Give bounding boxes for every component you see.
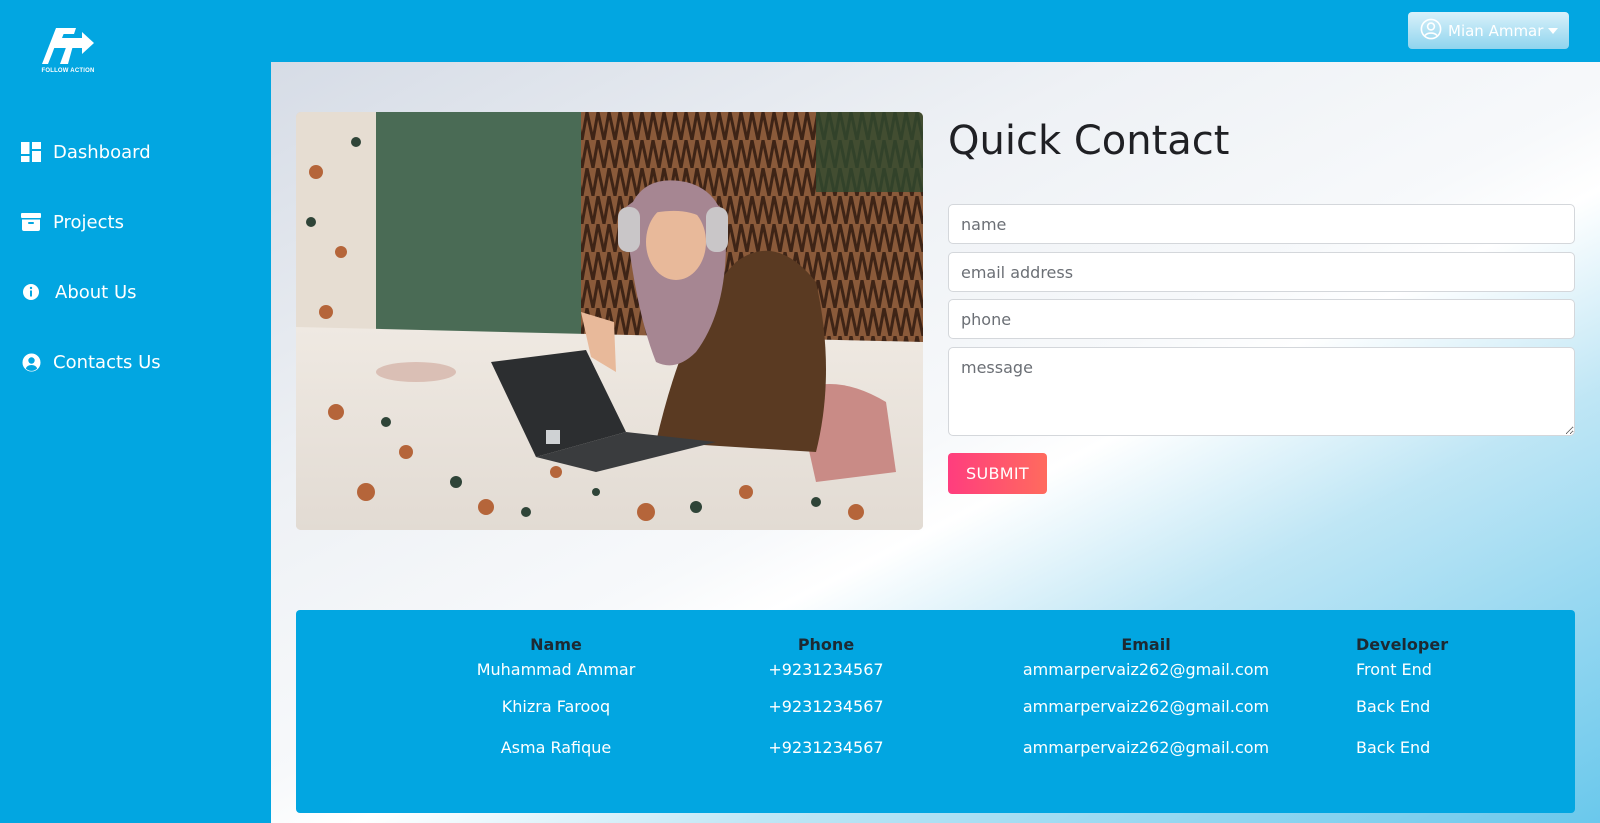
archive-icon bbox=[20, 211, 42, 233]
sidebar-item-projects[interactable]: Projects bbox=[0, 202, 271, 242]
cell-name: Muhammad Ammar bbox=[476, 660, 636, 679]
table-header-row: Name Phone Email Developer bbox=[296, 632, 1575, 656]
sidebar-item-dashboard[interactable]: Dashboard bbox=[0, 132, 271, 172]
cell-phone: +9231234567 bbox=[768, 660, 884, 679]
table-row: Asma Rafique +9231234567 ammarpervaiz262… bbox=[296, 727, 1575, 768]
column-header-name: Name bbox=[530, 634, 582, 654]
brand-logo[interactable]: FOLLOW ACTION bbox=[38, 24, 98, 80]
contact-photo bbox=[296, 112, 923, 530]
column-header-developer: Developer bbox=[1356, 634, 1449, 654]
dashboard-icon bbox=[20, 141, 42, 163]
user-circle-icon bbox=[20, 351, 42, 373]
column-header-phone: Phone bbox=[797, 634, 855, 654]
cell-developer: Back End bbox=[1356, 697, 1431, 716]
cell-phone: +9231234567 bbox=[768, 738, 884, 757]
cell-developer: Front End bbox=[1356, 660, 1432, 679]
logo-mark-icon bbox=[42, 28, 94, 64]
logo-text: FOLLOW ACTION bbox=[41, 68, 95, 74]
cell-email: ammarpervaiz262@gmail.com bbox=[1022, 738, 1270, 757]
sidebar-item-label: About Us bbox=[55, 281, 137, 303]
page-title: Quick Contact bbox=[948, 118, 1230, 164]
cell-name: Asma Rafique bbox=[500, 738, 612, 757]
chevron-down-icon bbox=[1548, 27, 1559, 34]
sidebar-item-label: Dashboard bbox=[53, 141, 151, 163]
name-input[interactable] bbox=[948, 204, 1575, 244]
user-menu-button[interactable]: Mian Ammar bbox=[1408, 12, 1569, 49]
cell-email: ammarpervaiz262@gmail.com bbox=[1022, 660, 1270, 679]
user-name: Mian Ammar bbox=[1448, 21, 1544, 40]
submit-button[interactable]: SUBMIT bbox=[948, 453, 1047, 494]
message-textarea[interactable] bbox=[948, 347, 1575, 436]
table-row: Khizra Farooq +9231234567 ammarpervaiz26… bbox=[296, 686, 1575, 727]
sidebar-item-about-us[interactable]: About Us bbox=[0, 272, 271, 312]
sidebar-item-label: Projects bbox=[53, 211, 124, 233]
sidebar-item-label: Contacts Us bbox=[53, 351, 161, 373]
sidebar: FOLLOW ACTION Dashboard Projects About U… bbox=[0, 0, 271, 823]
phone-input[interactable] bbox=[948, 299, 1575, 339]
column-header-email: Email bbox=[1121, 634, 1171, 654]
email-input[interactable] bbox=[948, 252, 1575, 292]
team-table-panel: Name Phone Email Developer Muhammad Amma… bbox=[296, 610, 1575, 813]
cell-phone: +9231234567 bbox=[768, 697, 884, 716]
top-bar: Mian Ammar bbox=[271, 0, 1600, 62]
team-table: Name Phone Email Developer Muhammad Amma… bbox=[296, 632, 1575, 768]
sidebar-item-contacts-us[interactable]: Contacts Us bbox=[0, 342, 271, 382]
user-circle-icon bbox=[1420, 18, 1442, 44]
main-content: Quick Contact SUBMIT Name Phone Email De… bbox=[271, 62, 1600, 823]
cell-email: ammarpervaiz262@gmail.com bbox=[1022, 697, 1270, 716]
cell-developer: Back End bbox=[1356, 738, 1431, 757]
info-icon bbox=[20, 281, 42, 303]
sidebar-nav: Dashboard Projects About Us Contacts Us bbox=[0, 132, 271, 412]
cell-name: Khizra Farooq bbox=[501, 697, 611, 716]
table-row: Muhammad Ammar +9231234567 ammarpervaiz2… bbox=[296, 656, 1575, 686]
